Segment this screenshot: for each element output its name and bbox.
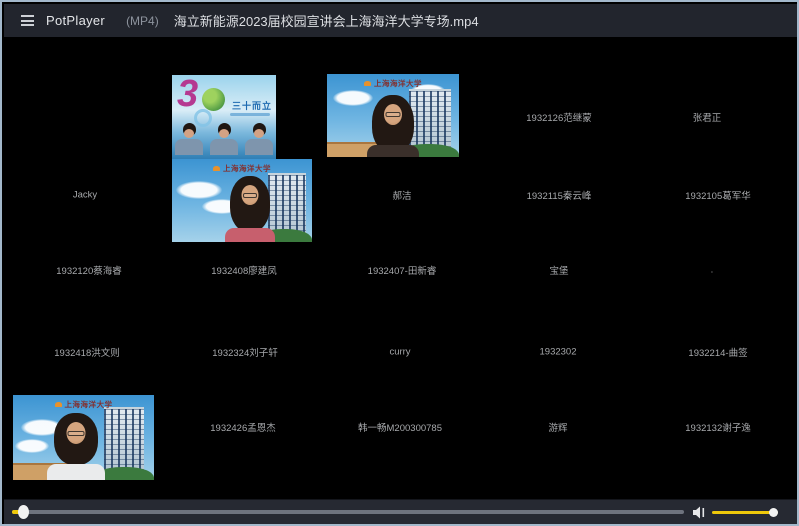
potplayer-window: PotPlayer (MP4) 海立新能源2023届校园宣讲会上海海洋大学专场.… <box>0 0 799 526</box>
person-figure <box>245 123 273 159</box>
participant-label: 1932214-曲签 <box>688 345 747 359</box>
video-tile-participant-feed: 上海海洋大学 <box>327 74 459 157</box>
participant-label: Jacky <box>73 190 97 201</box>
participant-label: 张君正 <box>693 110 722 124</box>
video-tile-participant-feed: 上海海洋大学 <box>172 159 312 242</box>
participant-label: curry <box>389 347 410 358</box>
hamburger-menu-icon[interactable] <box>21 13 34 29</box>
slogan-subline <box>230 113 270 116</box>
app-title: PotPlayer <box>46 13 105 28</box>
participant-label: 1932408廖建凤 <box>211 263 276 277</box>
participant-label: 宝堡 <box>549 263 568 277</box>
participant-label: 1932324刘子轩 <box>212 345 277 359</box>
video-tile-anniversary: 3 三十而立 <box>172 75 276 159</box>
format-badge: (MP4) <box>126 14 159 28</box>
participant-label: 1932126范继蒙 <box>526 110 591 124</box>
globe-icon <box>202 88 225 111</box>
participant-label: 1932105葛军华 <box>685 188 750 202</box>
participant-label: 1932132谢子逸 <box>685 420 750 434</box>
video-surface[interactable]: 3 三十而立 上海海洋大学 <box>4 37 797 499</box>
participant-label: 1932418洪文则 <box>54 345 119 359</box>
title-bar: PotPlayer (MP4) 海立新能源2023届校园宣讲会上海海洋大学专场.… <box>4 4 797 37</box>
seek-thumb[interactable] <box>18 505 29 519</box>
participant-label: . <box>711 265 714 276</box>
speaker-icon[interactable] <box>692 505 708 520</box>
participant-label: 韩一畅M200300785 <box>358 420 442 434</box>
control-bar <box>4 499 797 524</box>
participant-person <box>13 395 146 480</box>
anniversary-number: 3 <box>177 75 198 113</box>
anniversary-slogan: 三十而立 <box>232 99 272 112</box>
video-tile-participant-feed: 上海海洋大学 <box>13 395 154 480</box>
participant-label: 1932426孟恩杰 <box>210 420 275 434</box>
file-title: 海立新能源2023届校园宣讲会上海海洋大学专场.mp4 <box>174 11 479 30</box>
seek-bar[interactable] <box>12 510 684 514</box>
participant-label: 1932407-田新睿 <box>368 263 437 277</box>
participant-person <box>327 74 459 157</box>
person-figure <box>210 123 238 159</box>
person-figure <box>175 123 203 159</box>
volume-thumb[interactable] <box>769 508 778 517</box>
participant-label: 游辉 <box>548 420 567 434</box>
participant-label: 1932120蔡海睿 <box>56 263 121 277</box>
participant-label: 1932115秦云峰 <box>527 188 592 202</box>
participant-person <box>180 159 312 242</box>
participant-label: 1932302 <box>540 347 577 358</box>
participant-label: 郝洁 <box>392 188 411 202</box>
